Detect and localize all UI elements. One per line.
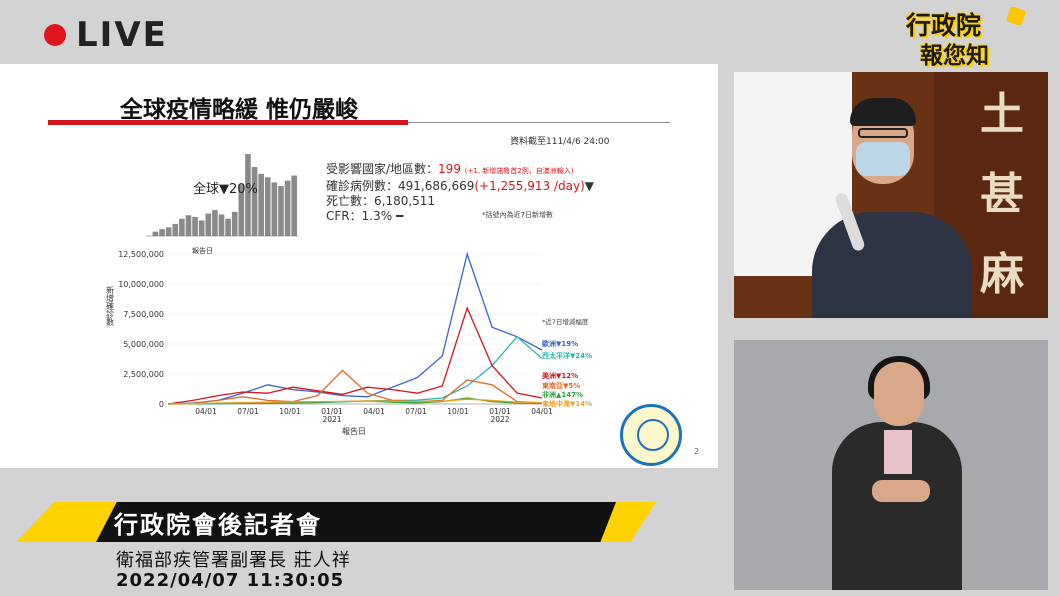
mini-bar bbox=[225, 218, 231, 236]
cases-label: 確診病例數：491,686,669 bbox=[326, 179, 475, 193]
legend-title: *近7日增減幅度 bbox=[542, 317, 589, 326]
regional-cases-chart: 12,500,000 10,000,000 7,500,000 5,000,000 2,… bbox=[106, 250, 593, 436]
y-tick-label: 5,000,000 bbox=[123, 340, 164, 349]
mini-bar bbox=[264, 177, 271, 236]
y-axis-label: 新增確診數 bbox=[106, 285, 115, 327]
mini-bar bbox=[212, 210, 218, 236]
interpreter-hands bbox=[872, 480, 930, 502]
cfr-label: CFR：1.3% bbox=[326, 209, 393, 223]
mini-bar bbox=[218, 214, 225, 236]
interpreter-collar bbox=[884, 430, 912, 474]
wall-character: 麻 bbox=[980, 249, 1024, 300]
x-tick-label: 04/01 bbox=[195, 407, 217, 416]
mini-bar bbox=[159, 229, 165, 236]
mini-bar bbox=[271, 182, 278, 236]
x-tick-label: 2021 bbox=[322, 415, 341, 424]
title-underline bbox=[48, 120, 408, 125]
series-line bbox=[167, 306, 543, 405]
legend-entry: 美洲▼12% bbox=[542, 371, 578, 380]
live-label: LIVE bbox=[76, 15, 168, 55]
megaphone-icon bbox=[1005, 5, 1027, 27]
mini-bar bbox=[172, 223, 179, 236]
x-tick-label: 10/01 bbox=[279, 407, 301, 416]
speaker-hair bbox=[850, 98, 916, 126]
lower-third-title: 行政院會後記者會 bbox=[114, 511, 322, 539]
mini-chart-label: 全球▼20% bbox=[193, 182, 258, 197]
series-line bbox=[167, 335, 543, 405]
countries-label: 受影響國家/地區數： bbox=[326, 162, 439, 176]
x-tick-label: 10/01 bbox=[447, 407, 469, 416]
cases-row: 確診病例數：491,686,669(+1,255,913 /day)▼ bbox=[326, 179, 594, 194]
lower-third-subtitle: 衛福部疾管署副署長 莊人祥 bbox=[116, 550, 351, 571]
avg-note: *括號內為近7日新增數 bbox=[482, 211, 553, 219]
speaker-camera-feed: 土 甚 麻 bbox=[734, 72, 1048, 318]
mini-bar bbox=[258, 173, 264, 236]
live-dot-icon bbox=[44, 24, 66, 46]
brand-logo: 行政院 報您知 bbox=[900, 4, 1030, 69]
mini-bar bbox=[198, 220, 205, 236]
cfr-row: CFR：1.3% ━ bbox=[326, 209, 594, 224]
x-tick-label: 2022 bbox=[490, 415, 509, 424]
mini-bar bbox=[205, 213, 212, 236]
y-tick-label: 2,500,000 bbox=[123, 370, 164, 379]
countries-value: 199 bbox=[438, 162, 461, 176]
legend-entry: 西太平洋▼24% bbox=[542, 351, 592, 360]
mini-bar bbox=[179, 218, 185, 236]
legend-entry: 東地中海▼14% bbox=[542, 399, 592, 408]
lower-third-timestamp: 2022/04/07 11:30:05 bbox=[116, 570, 345, 591]
slide-title: 全球疫情略緩 惟仍嚴峻 bbox=[120, 97, 359, 123]
x-tick-label: 04/01 bbox=[363, 407, 385, 416]
interpreter-head bbox=[874, 362, 924, 426]
speaker-glasses bbox=[858, 128, 908, 138]
brand-line2: 報您知 bbox=[920, 43, 989, 69]
x-tick-label: 04/01 bbox=[531, 407, 553, 416]
mini-bar bbox=[291, 175, 298, 236]
speaker-mask bbox=[856, 142, 910, 176]
cdc-seal-icon bbox=[620, 404, 682, 466]
legend-entry: 非洲▲147% bbox=[542, 390, 583, 399]
y-tick-label: 10,000,000 bbox=[118, 280, 164, 289]
y-tick-label: 7,500,000 bbox=[123, 310, 164, 319]
series-line bbox=[167, 369, 543, 405]
x-axis-label: 報告日 bbox=[342, 426, 366, 436]
deaths-row: 死亡數：6,180,511 bbox=[326, 194, 436, 208]
mini-bar bbox=[278, 185, 284, 236]
y-tick-label: 12,500,000 bbox=[118, 250, 164, 259]
legend-entry: 歐洲▼19% bbox=[542, 339, 578, 348]
wall-character: 甚 bbox=[980, 169, 1024, 220]
wall-character: 土 bbox=[980, 89, 1024, 140]
global-mini-chart bbox=[140, 148, 302, 260]
live-indicator: LIVE bbox=[44, 15, 168, 55]
mini-bar bbox=[192, 217, 198, 236]
global-stats: 受影響國家/地區數：199 (+1, 新增諾魯首2例，自澳洲輸入) 確診病例數：… bbox=[326, 162, 594, 224]
legend-entry: 東南亞▼5% bbox=[542, 381, 580, 390]
mini-bar bbox=[284, 180, 291, 236]
sign-language-feed bbox=[734, 340, 1048, 590]
cfr-trend-icon: ━ bbox=[395, 209, 404, 223]
page-number: 2 bbox=[694, 447, 700, 456]
title-divider bbox=[408, 122, 670, 123]
mini-bar bbox=[231, 211, 238, 236]
y-tick-label: 0 bbox=[159, 400, 164, 409]
x-tick-label: 07/01 bbox=[237, 407, 259, 416]
mini-bar bbox=[165, 227, 172, 236]
cases-trend-icon: ▼ bbox=[584, 179, 594, 193]
mini-bar bbox=[152, 231, 159, 236]
data-as-of: 資料截至111/4/6 24:00 bbox=[510, 137, 610, 147]
x-tick-label: 07/01 bbox=[405, 407, 427, 416]
speaker-body bbox=[812, 212, 972, 318]
mini-bar bbox=[185, 215, 192, 236]
countries-row: 受影響國家/地區數：199 (+1, 新增諾魯首2例，自澳洲輸入) bbox=[326, 162, 594, 179]
countries-note: (+1, 新增諾魯首2例，自澳洲輸入) bbox=[464, 167, 574, 175]
presentation-slide: 全球疫情略緩 惟仍嚴峻 資料截至111/4/6 24:00 全球▼20% 報告日… bbox=[0, 64, 718, 468]
cases-delta: (+1,255,913 /day) bbox=[474, 179, 585, 193]
